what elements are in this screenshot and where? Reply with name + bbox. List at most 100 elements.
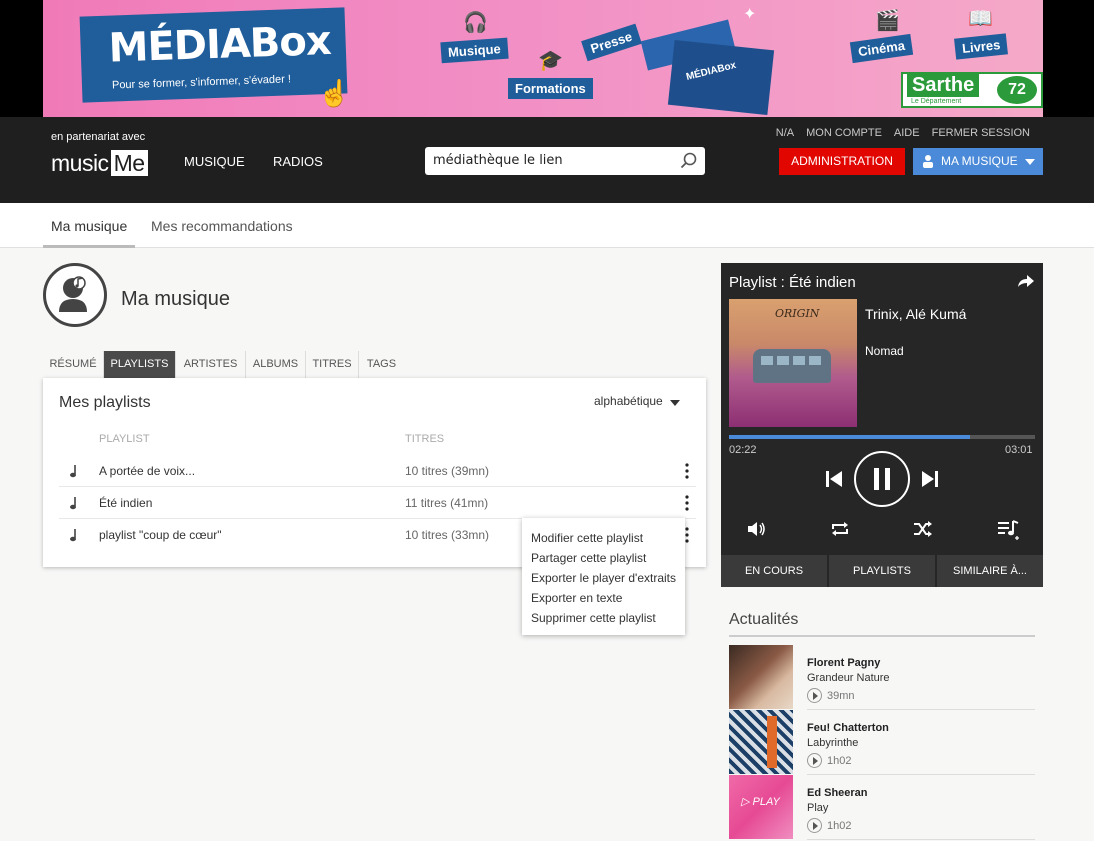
logo-text-b: Box	[248, 17, 332, 67]
music-player: Playlist : Été indien ORIGIN Trinix, Alé…	[721, 263, 1043, 587]
sarthe-subtext: Le Département	[911, 98, 962, 105]
progress-bar[interactable]	[729, 435, 1035, 439]
partner-label: en partenariat avec	[51, 131, 146, 143]
logo-text-a: MÉDIA	[107, 20, 251, 72]
page-title: Ma musique	[121, 288, 230, 310]
menu-item-modifier[interactable]: Modifier cette playlist	[522, 528, 685, 548]
cover-text: ORIGIN	[775, 307, 820, 320]
tab-mes-recommandations[interactable]: Mes recommandations	[151, 218, 293, 234]
logo-me: Me	[110, 150, 148, 176]
table-row[interactable]: Été indien 11 titres (41mn)	[59, 487, 696, 519]
tab-ma-musique[interactable]: Ma musique	[51, 218, 127, 234]
caret-down-icon	[670, 400, 680, 406]
search-icon[interactable]	[679, 151, 699, 171]
sort-dropdown[interactable]: alphabétique	[594, 394, 680, 408]
tab-titres[interactable]: TITRES	[306, 351, 359, 378]
add-to-playlist-icon[interactable]	[997, 519, 1021, 541]
headphones-icon: 🎧	[463, 12, 488, 34]
sarthe-logo: Sarthe Le Département 72	[901, 72, 1043, 108]
aide-link[interactable]: AIDE	[894, 127, 920, 139]
tab-player-playlists[interactable]: PLAYLISTS	[829, 555, 935, 587]
track-artist[interactable]: Trinix, Alé Kumá	[865, 306, 966, 322]
mon-compte-link[interactable]: MON COMPTE	[806, 127, 882, 139]
menu-item-exporter-texte[interactable]: Exporter en texte	[522, 588, 685, 608]
news-artist[interactable]: Feu! Chatterton	[807, 722, 889, 734]
more-options-icon[interactable]	[685, 495, 689, 511]
sparkle-icon: ✦	[743, 6, 757, 23]
mediabox-logo: MÉDIABox Pour se former, s'informer, s'é…	[79, 7, 348, 103]
banner-tag-musique: Musique	[440, 37, 509, 64]
card-title: Mes playlists	[59, 394, 151, 411]
pointer-hand-icon: ☝	[318, 78, 351, 108]
table-row[interactable]: A portée de voix... 10 titres (39mn)	[59, 455, 696, 487]
administration-button[interactable]: ADMINISTRATION	[779, 148, 905, 175]
more-options-icon[interactable]	[685, 463, 689, 479]
news-album[interactable]: Play	[807, 802, 828, 814]
ma-musique-label: MA MUSIQUE	[941, 154, 1018, 168]
fermer-session-link[interactable]: FERMER SESSION	[932, 127, 1030, 139]
track-album[interactable]: Nomad	[865, 344, 904, 358]
nav-musique[interactable]: MUSIQUE	[184, 154, 245, 169]
film-icon: 🎬	[875, 10, 900, 32]
book-icon: 📖	[968, 8, 993, 30]
playlist-name[interactable]: Été indien	[99, 496, 152, 510]
shuffle-icon[interactable]	[913, 521, 933, 537]
next-track-icon[interactable]	[921, 470, 939, 488]
tab-similaire[interactable]: SIMILAIRE À...	[937, 555, 1043, 587]
news-item[interactable]: Florent Pagny Grandeur Nature 39mn	[729, 645, 1035, 710]
play-icon[interactable]	[807, 688, 822, 703]
pause-icon[interactable]	[853, 450, 911, 508]
sarthe-emblem: 72	[997, 76, 1037, 104]
more-options-icon[interactable]	[685, 527, 689, 543]
album-thumbnail[interactable]	[729, 710, 793, 774]
news-artist[interactable]: Ed Sheeran	[807, 787, 868, 799]
nav-radios[interactable]: RADIOS	[273, 154, 323, 169]
repeat-icon[interactable]	[830, 521, 850, 537]
menu-item-partager[interactable]: Partager cette playlist	[522, 548, 685, 568]
col-header-titres: TITRES	[405, 433, 445, 445]
search-box	[425, 147, 705, 175]
news-item[interactable]: ▷ PLAY Ed Sheeran Play 1h02	[729, 775, 1035, 840]
logo-music: music	[51, 150, 109, 176]
playlist-name[interactable]: A portée de voix...	[99, 464, 195, 478]
ma-musique-button[interactable]: MA MUSIQUE	[913, 148, 1043, 175]
banner-tag-presse: Presse	[581, 23, 642, 62]
user-music-icon	[59, 276, 87, 312]
sort-label: alphabétique	[594, 394, 663, 408]
playlist-count: 10 titres (33mn)	[405, 528, 490, 542]
account-links: N/A MON COMPTE AIDE FERMER SESSION	[764, 127, 1030, 139]
play-icon[interactable]	[807, 753, 822, 768]
news-duration: 1h02	[827, 820, 852, 832]
music-profile-icon	[43, 263, 107, 327]
tab-artistes[interactable]: ARTISTES	[176, 351, 246, 378]
album-thumbnail[interactable]	[729, 645, 793, 709]
news-album[interactable]: Grandeur Nature	[807, 672, 890, 684]
divider	[807, 839, 1035, 840]
previous-track-icon[interactable]	[825, 470, 843, 488]
volume-icon[interactable]	[747, 520, 767, 538]
user-status-link[interactable]: N/A	[776, 127, 794, 139]
sub-navigation: Ma musique Mes recommandations	[0, 203, 1094, 248]
graduation-cap-icon: 🎓	[538, 50, 563, 72]
search-input[interactable]	[433, 153, 673, 168]
share-icon[interactable]	[1017, 273, 1035, 289]
news-artist[interactable]: Florent Pagny	[807, 657, 880, 669]
playlist-name[interactable]: playlist "coup de cœur"	[99, 528, 222, 542]
mediabox-banner[interactable]: MÉDIABox Pour se former, s'informer, s'é…	[43, 0, 1043, 117]
playlist-count: 11 titres (41mn)	[405, 496, 489, 510]
tab-en-cours[interactable]: EN COURS	[721, 555, 827, 587]
tab-playlists[interactable]: PLAYLISTS	[104, 351, 176, 378]
site-header: en partenariat avec music Me MUSIQUE RADI…	[0, 117, 1094, 203]
tab-resume[interactable]: RÉSUMÉ	[43, 351, 104, 378]
musicme-logo[interactable]: music Me	[51, 150, 148, 177]
banner-tag-cinema: Cinéma	[849, 33, 914, 64]
news-album[interactable]: Labyrinthe	[807, 737, 858, 749]
menu-item-exporter-player[interactable]: Exporter le player d'extraits	[522, 568, 685, 588]
tab-tags[interactable]: TAGS	[359, 351, 404, 378]
album-thumbnail[interactable]: ▷ PLAY	[729, 775, 793, 839]
news-item[interactable]: Feu! Chatterton Labyrinthe 1h02	[729, 710, 1035, 775]
tab-albums[interactable]: ALBUMS	[246, 351, 306, 378]
menu-item-supprimer[interactable]: Supprimer cette playlist	[522, 608, 685, 628]
news-title: Actualités	[729, 611, 799, 628]
play-icon[interactable]	[807, 818, 822, 833]
